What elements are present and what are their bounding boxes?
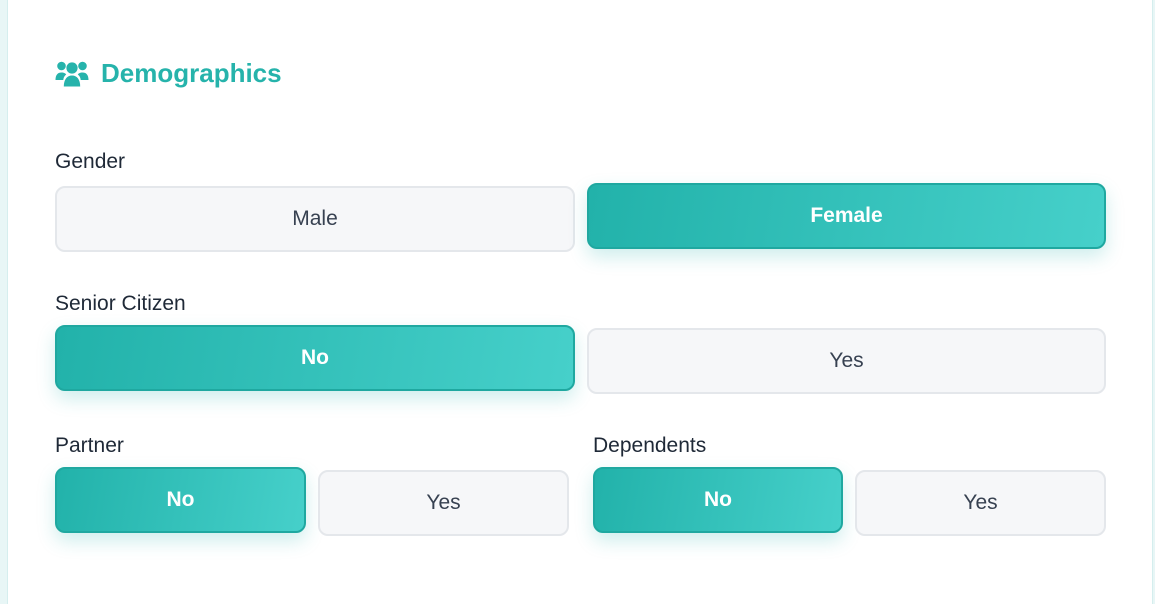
dependents-no-button[interactable]: No [593,467,843,533]
senior-citizen-no-button[interactable]: No [55,325,575,391]
senior-citizen-yes-button[interactable]: Yes [587,328,1106,394]
dependents-yes-button[interactable]: Yes [855,470,1106,536]
partner-yes-button[interactable]: Yes [318,470,569,536]
partner-label: Partner [55,434,124,457]
dependents-label: Dependents [593,434,707,457]
gender-male-button[interactable]: Male [55,186,575,252]
section-title: Demographics [55,56,282,90]
demographics-card: Demographics Gender Male Female Senior C… [7,0,1153,604]
gender-female-button[interactable]: Female [587,183,1106,249]
partner-no-button[interactable]: No [55,467,306,533]
section-title-text: Demographics [101,57,282,88]
gender-label: Gender [55,150,126,173]
senior-citizen-label: Senior Citizen [55,292,186,315]
users-icon [55,59,89,87]
